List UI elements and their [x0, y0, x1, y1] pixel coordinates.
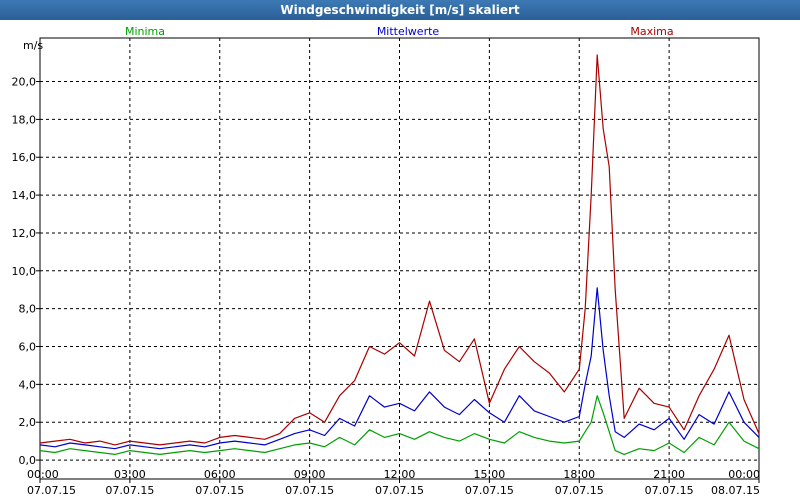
y-tick-label: 18,0: [12, 113, 37, 126]
y-tick-label: 10,0: [12, 265, 37, 278]
x-tick-time-label: 03:00: [114, 468, 146, 481]
y-tick-label: 2,0: [19, 416, 37, 429]
y-tick-label: 16,0: [12, 151, 37, 164]
x-tick-time-label: 09:00: [294, 468, 326, 481]
legend-label-minima: Minima: [125, 25, 165, 38]
x-tick-date-label: 07.07.15: [555, 484, 604, 497]
x-tick-time-label: 00:00: [728, 468, 760, 481]
legend-label-mittelwerte: Mittelwerte: [377, 25, 440, 38]
y-axis-label: m/s: [23, 39, 43, 52]
y-tick-label: 12,0: [12, 227, 37, 240]
x-tick-date-label: 07.07.15: [285, 484, 334, 497]
chart: 0,02,04,06,08,010,012,014,016,018,020,0 …: [12, 25, 761, 497]
x-tick-date-label: 07.07.15: [645, 484, 694, 497]
chart-window: Windgeschwindigkeit [m/s] skaliert 0,0 2,…: [0, 0, 800, 500]
legend: Minima Mittelwerte Maxima: [125, 25, 674, 38]
x-tick-time-label: 15:00: [474, 468, 506, 481]
y-tick-label: 14,0: [12, 189, 37, 202]
x-tick-date-label: 07.07.15: [195, 484, 244, 497]
y-tick-label: 4,0: [19, 378, 37, 391]
legend-label-maxima: Maxima: [630, 25, 673, 38]
x-tick-date-label: 07.07.15: [27, 484, 76, 497]
x-tick-date-label: 07.07.15: [465, 484, 514, 497]
y-tick-label: 0,0: [19, 454, 37, 467]
y-tick-label: 20,0: [12, 76, 37, 89]
x-tick-time-label: 18:00: [563, 468, 595, 481]
x-tick-time-label: 00:00: [27, 468, 59, 481]
x-tick-date-label: 07.07.15: [105, 484, 154, 497]
x-tick-time-label: 06:00: [204, 468, 236, 481]
y-tick-label: 6,0: [19, 341, 37, 354]
y-tick-label: 8,0: [19, 303, 37, 316]
x-tick-date-label: 08.07.15: [711, 484, 760, 497]
y-axis: 0,0 2,0 4,0 6,0 8,0 10,0 12,0 14,0 16,0 18,0 20,0: [12, 76, 40, 467]
x-tick-time-label: 21:00: [653, 468, 685, 481]
x-tick-time-label: 12:00: [384, 468, 416, 481]
x-tick-date-label: 07.07.15: [375, 484, 424, 497]
window-title: Windgeschwindigkeit [m/s] skaliert: [0, 0, 800, 20]
